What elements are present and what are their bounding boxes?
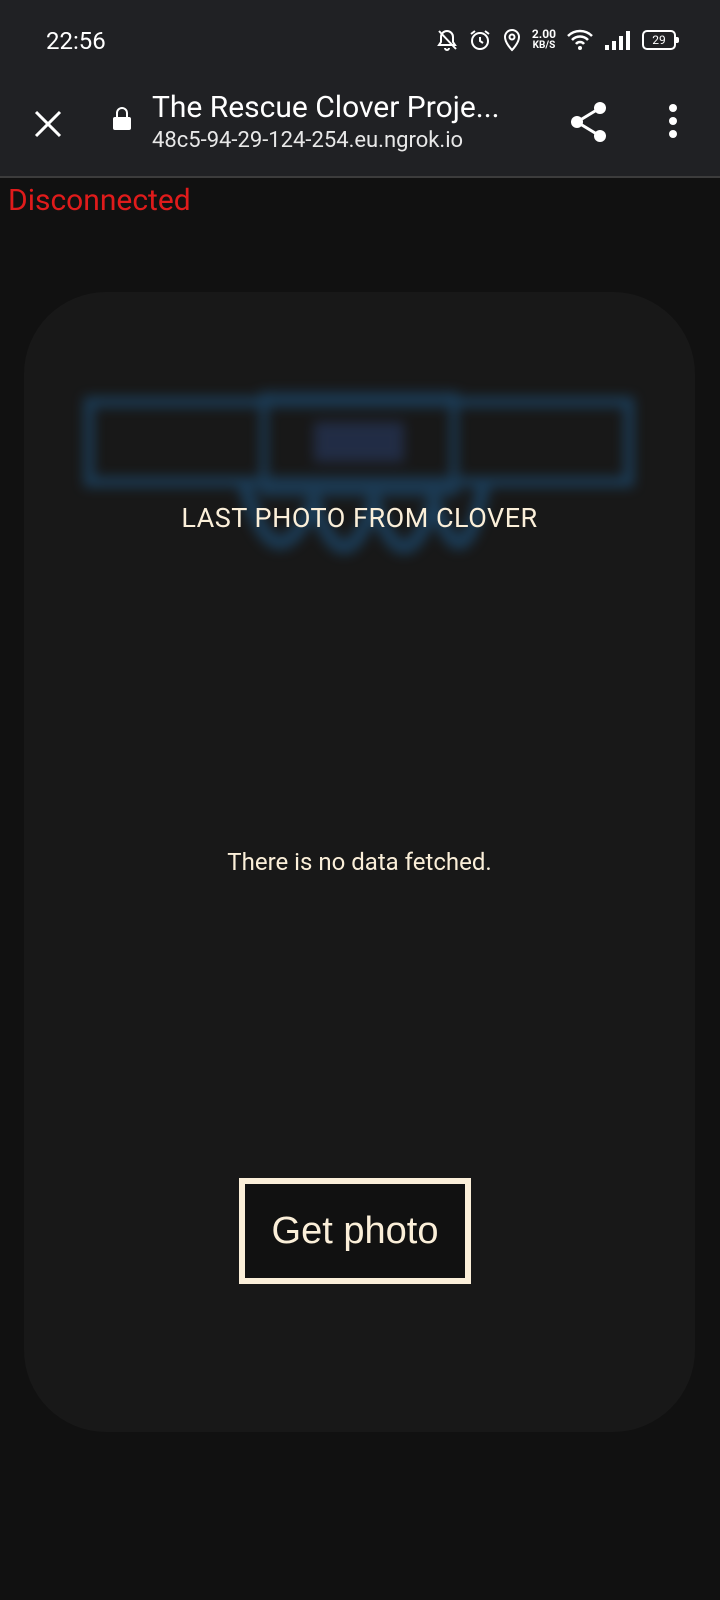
- status-time: 22:56: [46, 27, 106, 55]
- location-icon: [503, 29, 520, 52]
- notifications-off-icon: [436, 29, 457, 51]
- lock-icon: [113, 107, 131, 130]
- page-url: 48c5-94-29-124-254.eu.ngrok.io: [152, 128, 464, 153]
- empty-state-message: There is no data fetched.: [227, 848, 492, 876]
- connection-status: Disconnected: [8, 183, 191, 218]
- card-heading: LAST PHOTO FROM CLOVER: [181, 502, 538, 534]
- system-status-bar: 22:56 2.00 KB/S 29: [0, 0, 720, 84]
- more-options-icon[interactable]: [664, 102, 682, 142]
- close-icon[interactable]: [28, 104, 68, 144]
- battery-indicator: 29: [642, 30, 679, 50]
- cellular-signal-icon: [605, 31, 630, 50]
- get-photo-button[interactable]: Get photo: [239, 1178, 471, 1284]
- page-title: The Rescue Clover Proje...: [152, 90, 500, 125]
- network-speed-value: 2.00: [531, 27, 556, 41]
- network-speed-unit: KB/S: [532, 40, 556, 51]
- clover-logo-image: [84, 392, 634, 554]
- photo-card: LAST PHOTO FROM CLOVER There is no data …: [24, 292, 695, 1432]
- wifi-icon: [567, 29, 593, 50]
- browser-toolbar: The Rescue Clover Proje... 48c5-94-29-12…: [0, 84, 720, 178]
- share-icon[interactable]: [568, 100, 610, 144]
- network-speed: 2.00 KB/S: [532, 28, 556, 52]
- status-icons: 2.00 KB/S 29: [436, 28, 679, 52]
- alarm-icon: [470, 30, 490, 50]
